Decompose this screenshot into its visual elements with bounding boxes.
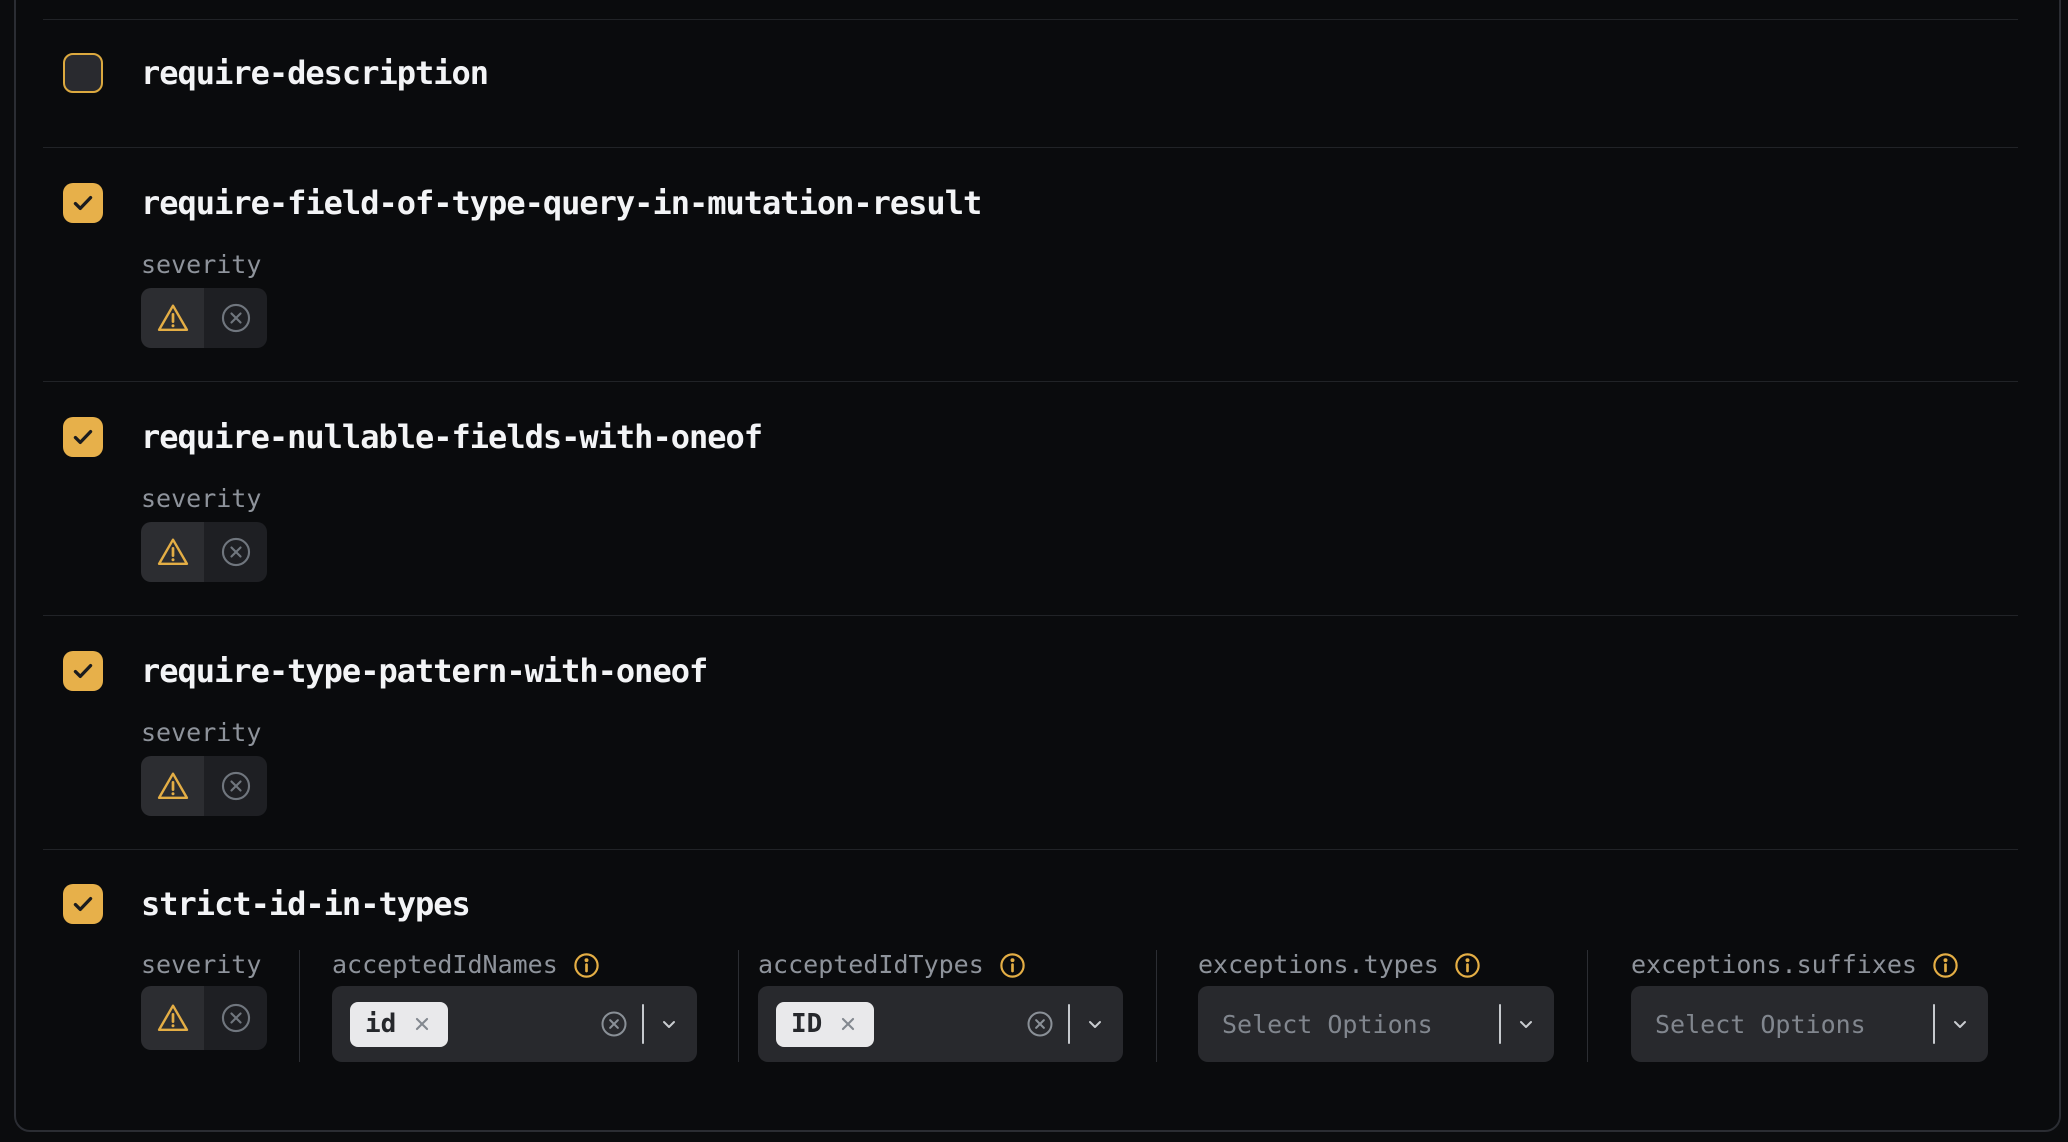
info-icon[interactable]	[998, 951, 1027, 980]
info-icon[interactable]	[1453, 951, 1482, 980]
circle-x-icon	[219, 535, 253, 569]
severity-off-button[interactable]	[204, 522, 267, 582]
severity-warn-button[interactable]	[141, 986, 204, 1050]
chevron-down-icon[interactable]	[1948, 1012, 1972, 1036]
check-icon	[70, 891, 96, 917]
tag-label: ID	[791, 1009, 822, 1039]
severity-toggle	[141, 288, 267, 348]
exceptions-types-column: exceptions.types Select Options	[1156, 950, 1587, 1062]
rule-checkbox[interactable]	[63, 651, 103, 691]
rule-row: require-type-pattern-with-oneof severity	[43, 615, 2018, 849]
option-label: exceptions.types	[1198, 950, 1439, 980]
rule-config: severity	[141, 718, 2018, 816]
info-icon[interactable]	[572, 951, 601, 980]
accepted-id-names-column: acceptedIdNames id	[299, 950, 738, 1062]
severity-label: severity	[141, 484, 2018, 514]
warning-icon	[154, 534, 192, 570]
chevron-down-icon[interactable]	[1514, 1012, 1538, 1036]
warning-icon	[154, 1000, 192, 1036]
circle-x-icon	[219, 1001, 253, 1035]
rule-row: require-nullable-fields-with-oneof sever…	[43, 381, 2018, 615]
severity-column: severity	[141, 950, 299, 1062]
info-icon[interactable]	[1931, 951, 1960, 980]
option-label: acceptedIdNames	[332, 950, 558, 980]
rule-checkbox[interactable]	[63, 417, 103, 457]
tag-chip: id	[350, 1002, 448, 1047]
severity-off-button[interactable]	[204, 288, 267, 348]
exceptions-types-select[interactable]: Select Options	[1198, 986, 1554, 1062]
circle-x-icon	[219, 769, 253, 803]
clear-selection-button[interactable]	[1025, 1009, 1055, 1039]
input-divider	[1499, 1004, 1501, 1044]
select-placeholder: Select Options	[1222, 1010, 1433, 1039]
severity-warn-button[interactable]	[141, 288, 204, 348]
tag-remove-icon[interactable]	[837, 1013, 859, 1035]
rule-row: strict-id-in-types severity acceptedIdNa…	[43, 849, 2018, 1132]
severity-label: severity	[141, 718, 2018, 748]
severity-warn-button[interactable]	[141, 522, 204, 582]
accepted-id-types-multiselect[interactable]: ID	[758, 986, 1123, 1062]
rule-header: require-description	[43, 53, 2018, 93]
rules-list: require-description require-field-of-typ…	[16, 0, 2059, 1132]
tag-remove-icon[interactable]	[411, 1013, 433, 1035]
exceptions-suffixes-column: exceptions.suffixes Select Options	[1587, 950, 1988, 1062]
severity-off-button[interactable]	[204, 986, 267, 1050]
severity-label: severity	[141, 250, 2018, 280]
rule-name: require-nullable-fields-with-oneof	[141, 417, 762, 457]
warning-icon	[154, 300, 192, 336]
select-placeholder: Select Options	[1655, 1010, 1866, 1039]
option-label: exceptions.suffixes	[1631, 950, 1917, 980]
accepted-id-names-multiselect[interactable]: id	[332, 986, 697, 1062]
severity-label: severity	[141, 950, 267, 980]
circle-x-icon	[219, 301, 253, 335]
rules-panel: require-description require-field-of-typ…	[14, 0, 2061, 1132]
rule-header: require-nullable-fields-with-oneof	[43, 417, 2018, 457]
rule-config: severity	[141, 250, 2018, 348]
rule-header: require-field-of-type-query-in-mutation-…	[43, 183, 2018, 223]
clear-selection-button[interactable]	[599, 1009, 629, 1039]
rule-header: strict-id-in-types	[43, 884, 2018, 924]
rule-name: require-field-of-type-query-in-mutation-…	[141, 183, 981, 223]
severity-toggle	[141, 522, 267, 582]
rule-row: require-description	[43, 19, 2018, 147]
severity-toggle	[141, 756, 267, 816]
rule-name: require-description	[141, 53, 488, 93]
rule-name: strict-id-in-types	[141, 884, 470, 924]
rule-checkbox[interactable]	[63, 53, 103, 93]
option-label: acceptedIdTypes	[758, 950, 984, 980]
check-icon	[70, 424, 96, 450]
check-icon	[70, 190, 96, 216]
rule-header: require-type-pattern-with-oneof	[43, 651, 2018, 691]
tag-label: id	[365, 1009, 396, 1039]
rule-config: severity acceptedIdNames id	[141, 950, 2018, 1062]
rule-row: require-field-of-type-query-in-mutation-…	[43, 147, 2018, 381]
input-divider	[642, 1004, 644, 1044]
input-divider	[1068, 1004, 1070, 1044]
rule-config: severity	[141, 484, 2018, 582]
check-icon	[70, 658, 96, 684]
rule-checkbox[interactable]	[63, 183, 103, 223]
severity-warn-button[interactable]	[141, 756, 204, 816]
severity-toggle	[141, 986, 267, 1050]
tag-chip: ID	[776, 1002, 874, 1047]
exceptions-suffixes-select[interactable]: Select Options	[1631, 986, 1988, 1062]
chevron-down-icon[interactable]	[657, 1012, 681, 1036]
severity-off-button[interactable]	[204, 756, 267, 816]
chevron-down-icon[interactable]	[1083, 1012, 1107, 1036]
rule-name: require-type-pattern-with-oneof	[141, 651, 707, 691]
rule-checkbox[interactable]	[63, 884, 103, 924]
accepted-id-types-column: acceptedIdTypes ID	[738, 950, 1156, 1062]
warning-icon	[154, 768, 192, 804]
input-divider	[1933, 1004, 1935, 1044]
